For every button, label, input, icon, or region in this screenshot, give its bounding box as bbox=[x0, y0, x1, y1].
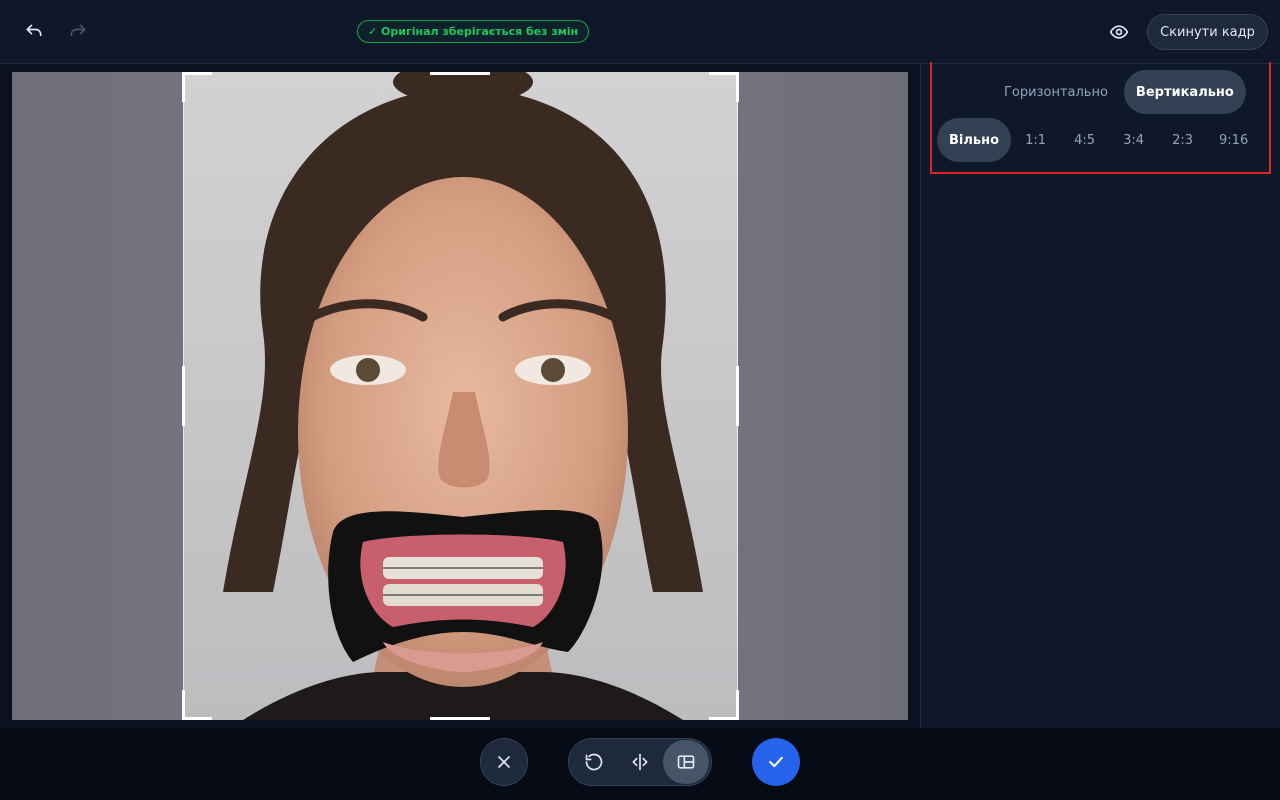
confirm-button[interactable] bbox=[752, 738, 800, 786]
photo-area bbox=[12, 72, 908, 720]
crop-handle-bottom-right[interactable] bbox=[736, 690, 739, 720]
crop-handle-top-right[interactable] bbox=[736, 72, 739, 102]
ratio-free[interactable]: Вільно bbox=[937, 118, 1012, 162]
check-icon bbox=[769, 756, 783, 768]
crop-canvas bbox=[0, 64, 920, 728]
ratio-9-16[interactable]: 9:16 bbox=[1207, 118, 1260, 162]
crop-options-panel: Горизонтально Вертикально Вільно 1:1 4:5… bbox=[921, 62, 1280, 728]
cancel-button[interactable] bbox=[480, 738, 528, 786]
preview-button[interactable] bbox=[1101, 14, 1137, 50]
ratio-1-1[interactable]: 1:1 bbox=[1011, 118, 1060, 162]
status-badge: ✓ Оригінал зберігається без змін bbox=[357, 20, 590, 43]
redo-button[interactable] bbox=[60, 14, 96, 50]
crop-region[interactable] bbox=[183, 72, 738, 720]
crop-handle-left[interactable] bbox=[182, 366, 185, 426]
crop-handle-bottom-right-h[interactable] bbox=[709, 717, 739, 720]
rotate-icon bbox=[585, 753, 603, 771]
reset-crop-button[interactable]: Скинути кадр bbox=[1147, 14, 1268, 50]
orientation-horizontal[interactable]: Горизонтально bbox=[992, 70, 1120, 114]
crop-handle-right[interactable] bbox=[736, 366, 739, 426]
ratio-3-4[interactable]: 3:4 bbox=[1109, 118, 1158, 162]
crop-handle-bottom-left-h[interactable] bbox=[182, 717, 212, 720]
crop-layout-button[interactable] bbox=[663, 740, 709, 784]
undo-button[interactable] bbox=[16, 14, 52, 50]
crop-layout-icon bbox=[677, 755, 695, 769]
undo-icon bbox=[26, 24, 42, 37]
aspect-ratio-options: Вільно 1:1 4:5 3:4 2:3 9:16 bbox=[937, 118, 1260, 162]
patient-photo bbox=[183, 72, 738, 720]
crop-handle-top-right-h[interactable] bbox=[709, 72, 739, 75]
crop-handle-top[interactable] bbox=[430, 72, 490, 75]
redo-icon bbox=[70, 24, 86, 37]
bottom-toolbar bbox=[0, 728, 1280, 800]
top-toolbar: ✓ Оригінал зберігається без змін Скинути… bbox=[0, 0, 1280, 64]
eye-icon bbox=[1109, 25, 1129, 39]
flip-icon bbox=[632, 753, 648, 771]
image-editor: ✓ Оригінал зберігається без змін Скинути… bbox=[0, 0, 1280, 800]
ratio-2-3[interactable]: 2:3 bbox=[1158, 118, 1207, 162]
flip-button[interactable] bbox=[617, 740, 663, 784]
rotate-button[interactable] bbox=[571, 740, 617, 784]
crop-handle-top-left[interactable] bbox=[182, 72, 185, 102]
tool-group bbox=[568, 738, 712, 786]
crop-handle-top-left-h[interactable] bbox=[182, 72, 212, 75]
orientation-toggle: Горизонтально Вертикально bbox=[992, 70, 1246, 114]
ratio-4-5[interactable]: 4:5 bbox=[1060, 118, 1109, 162]
crop-options-highlight: Горизонтально Вертикально Вільно 1:1 4:5… bbox=[930, 62, 1271, 174]
crop-handle-bottom-left[interactable] bbox=[182, 690, 185, 720]
close-icon bbox=[498, 756, 510, 768]
orientation-vertical[interactable]: Вертикально bbox=[1123, 70, 1246, 114]
crop-handle-bottom[interactable] bbox=[430, 717, 490, 720]
